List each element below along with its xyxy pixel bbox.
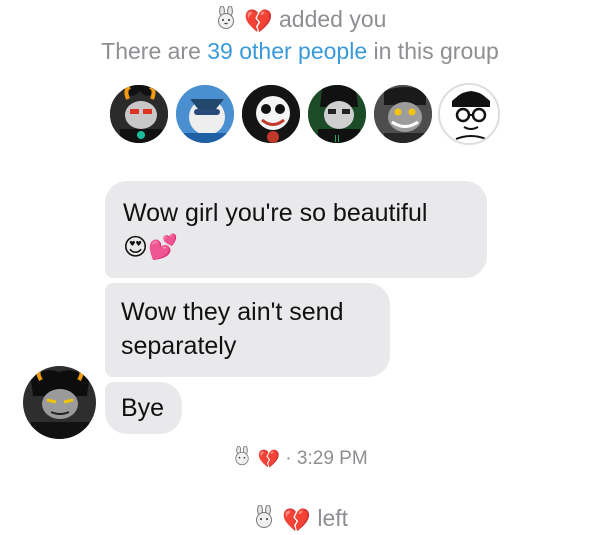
left-text: left: [317, 505, 349, 532]
broken-heart-icon: 💔: [257, 448, 281, 470]
message-time: 3:29 PM: [296, 448, 368, 470]
added-notice: 💔 added you: [0, 5, 600, 36]
message-text: Wow they ain't send separately: [121, 298, 344, 360]
added-text: added you: [278, 6, 387, 33]
message-text: Bye: [121, 394, 165, 422]
message-bubble[interactable]: Wow girl you're so beautiful 😍💕: [105, 181, 487, 278]
broken-heart-icon: 💔: [282, 507, 311, 534]
left-notice: 💔 left: [0, 504, 600, 535]
heart-eyes-emoji-icon: 😍💕: [123, 233, 178, 261]
avatar-4[interactable]: II: [306, 83, 368, 145]
broken-heart-icon: 💔: [243, 8, 273, 35]
group-suffix: in this group: [373, 38, 499, 64]
group-count-line: There are 39 other people in this group: [0, 38, 600, 65]
group-count-link[interactable]: 39 other people: [207, 38, 367, 64]
avatar-2[interactable]: [174, 83, 236, 145]
message-bubble[interactable]: Bye: [105, 382, 182, 434]
bunny-icon: [252, 504, 276, 535]
avatar-1[interactable]: [108, 83, 170, 145]
timestamp-line: 💔 · 3:29 PM: [0, 445, 600, 472]
avatar-6[interactable]: [438, 83, 500, 145]
avatar-5[interactable]: [372, 83, 434, 145]
message-bubble[interactable]: Wow they ain't send separately: [105, 283, 390, 377]
avatar-3[interactable]: [240, 83, 302, 145]
bunny-icon: [214, 5, 238, 36]
group-prefix: There are: [101, 38, 201, 64]
sender-avatar[interactable]: [23, 366, 96, 439]
svg-text:II: II: [334, 134, 340, 145]
message-text: Wow girl you're so beautiful: [123, 199, 428, 227]
group-avatars: II: [108, 83, 500, 145]
bunny-icon: [232, 445, 252, 472]
